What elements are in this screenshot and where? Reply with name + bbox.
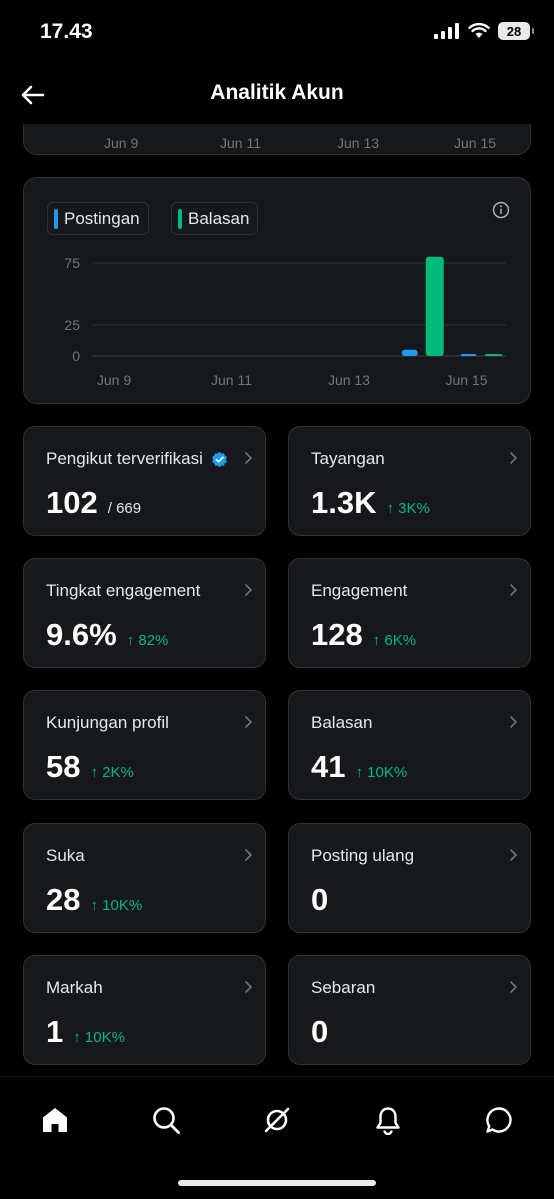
search-icon[interactable] xyxy=(151,1105,181,1135)
status-time: 17.43 xyxy=(40,20,93,43)
chevron-right-icon xyxy=(245,716,253,728)
y-tick-label: 25 xyxy=(64,317,80,333)
metric-card-verified-followers[interactable]: Pengikut terverifikasi 102 / 669 xyxy=(23,426,266,536)
y-tick-label: 75 xyxy=(64,255,80,271)
metric-label: Markah xyxy=(46,978,103,997)
metric-card-engagement-rate[interactable]: Tingkat engagement 9.6% ↑ 82% xyxy=(23,558,266,668)
metric-value: 0 xyxy=(311,1014,329,1049)
battery-indicator: 28 xyxy=(498,22,534,40)
chevron-right-icon xyxy=(510,981,518,993)
messages-icon[interactable] xyxy=(484,1105,514,1135)
metric-card-shares[interactable]: Sebaran 0 xyxy=(288,955,531,1065)
metric-card-replies[interactable]: Balasan 41 ↑ 10K% xyxy=(288,690,531,800)
x-tick-label: Jun 15 xyxy=(445,372,487,388)
bar-postingan xyxy=(460,354,477,356)
metric-value-row: 102 / 669 xyxy=(46,485,141,521)
x-tick-label: Jun 11 xyxy=(220,135,261,151)
status-icons: 28 xyxy=(434,22,534,40)
notifications-icon[interactable] xyxy=(373,1105,403,1135)
metric-change: ↑ 10K% xyxy=(73,1029,125,1046)
metric-value: 128 xyxy=(311,617,363,652)
bar-chart: 75 25 0 Jun 9 Jun 11 Jun 13 Jun 15 xyxy=(64,255,506,388)
metric-change: ↑ 10K% xyxy=(355,764,408,781)
metric-value: 1.3K xyxy=(311,485,377,520)
metric-value-row: 28 ↑ 10K% xyxy=(46,882,142,918)
grok-icon[interactable] xyxy=(262,1105,292,1135)
chevron-right-icon xyxy=(245,849,253,861)
metric-label: Tayangan xyxy=(311,449,385,468)
metric-change: ↑ 82% xyxy=(126,632,169,649)
bar-balasan xyxy=(425,256,444,356)
metric-label: Kunjungan profil xyxy=(46,713,169,732)
metric-value-row: 41 ↑ 10K% xyxy=(311,749,407,785)
metric-value-row: 0 xyxy=(311,882,328,918)
verified-badge-icon xyxy=(211,451,227,467)
metric-label-text: Pengikut terverifikasi xyxy=(46,449,203,468)
metric-change: ↑ 6K% xyxy=(372,632,417,649)
metric-card-profile-visits[interactable]: Kunjungan profil 58 ↑ 2K% xyxy=(23,690,266,800)
metric-value-row: 0 xyxy=(311,1014,328,1050)
metric-value-row: 9.6% ↑ 82% xyxy=(46,617,168,653)
x-tick-label: Jun 15 xyxy=(454,135,497,151)
status-bar: 17.43 28 xyxy=(0,0,554,68)
metric-card-likes[interactable]: Suka 28 ↑ 10K% xyxy=(23,823,266,933)
chevron-right-icon xyxy=(510,452,518,464)
x-tick-label: Jun 11 xyxy=(211,372,252,388)
bar-balasan xyxy=(484,354,503,356)
chevron-right-icon xyxy=(510,849,518,861)
chevron-right-icon xyxy=(510,716,518,728)
activity-chart-card: Postingan Balasan 75 25 0 Jun 9 Jun 11 Jun 13… xyxy=(23,177,531,404)
chevron-right-icon xyxy=(245,452,253,464)
metric-value: 9.6% xyxy=(46,617,117,652)
metric-change: ↑ 2K% xyxy=(90,764,134,781)
metric-card-reposts[interactable]: Posting ulang 0 xyxy=(288,823,531,933)
x-tick-label: Jun 9 xyxy=(97,372,131,388)
metric-value-row: 1.3K ↑ 3K% xyxy=(311,485,430,521)
metric-card-engagement[interactable]: Engagement 128 ↑ 6K% xyxy=(288,558,531,668)
metric-value: 28 xyxy=(46,882,81,917)
metric-card-bookmarks[interactable]: Markah 1 ↑ 10K% xyxy=(23,955,266,1065)
metric-value: 102 xyxy=(46,485,98,520)
metric-label: Sebaran xyxy=(311,978,376,997)
metric-value-row: 58 ↑ 2K% xyxy=(46,749,134,785)
metric-label: Posting ulang xyxy=(311,846,415,865)
metric-label: Tingkat engagement xyxy=(46,581,201,600)
metric-change: ↑ 10K% xyxy=(90,897,143,914)
previous-chart-card: Jun 9 Jun 11 Jun 13 Jun 15 xyxy=(23,124,531,155)
bar-postingan xyxy=(401,349,418,356)
metric-value-row: 1 ↑ 10K% xyxy=(46,1014,125,1050)
home-icon[interactable] xyxy=(40,1105,70,1135)
metric-label: Balasan xyxy=(311,713,373,732)
x-tick-label: Jun 13 xyxy=(328,372,370,388)
y-tick-label: 0 xyxy=(72,348,80,364)
chevron-right-icon xyxy=(245,584,253,596)
signal-icon xyxy=(434,23,459,39)
metric-label: Pengikut terverifikasi xyxy=(46,449,228,469)
x-tick-label: Jun 13 xyxy=(337,135,380,151)
metric-value: 41 xyxy=(311,749,346,784)
metric-value-row: 128 ↑ 6K% xyxy=(311,617,416,653)
metric-label: Suka xyxy=(46,846,85,865)
metric-value: 1 xyxy=(46,1014,64,1049)
analytics-scroll-area[interactable]: Jun 9 Jun 11 Jun 13 Jun 15 Postingan Bal… xyxy=(0,124,554,1076)
chevron-right-icon xyxy=(245,981,253,993)
wifi-icon xyxy=(468,23,490,38)
header: Analitik Akun xyxy=(0,68,554,124)
metric-change: ↑ 3K% xyxy=(386,500,430,517)
metric-total: / 669 xyxy=(107,500,142,517)
chevron-right-icon xyxy=(510,584,518,596)
x-tick-label: Jun 9 xyxy=(104,135,139,151)
home-indicator xyxy=(178,1180,376,1186)
metric-label: Engagement xyxy=(311,581,408,600)
metric-card-impressions[interactable]: Tayangan 1.3K ↑ 3K% xyxy=(288,426,531,536)
metric-value: 58 xyxy=(46,749,81,784)
metric-value: 0 xyxy=(311,882,329,917)
page-title: Analitik Akun xyxy=(210,81,344,104)
